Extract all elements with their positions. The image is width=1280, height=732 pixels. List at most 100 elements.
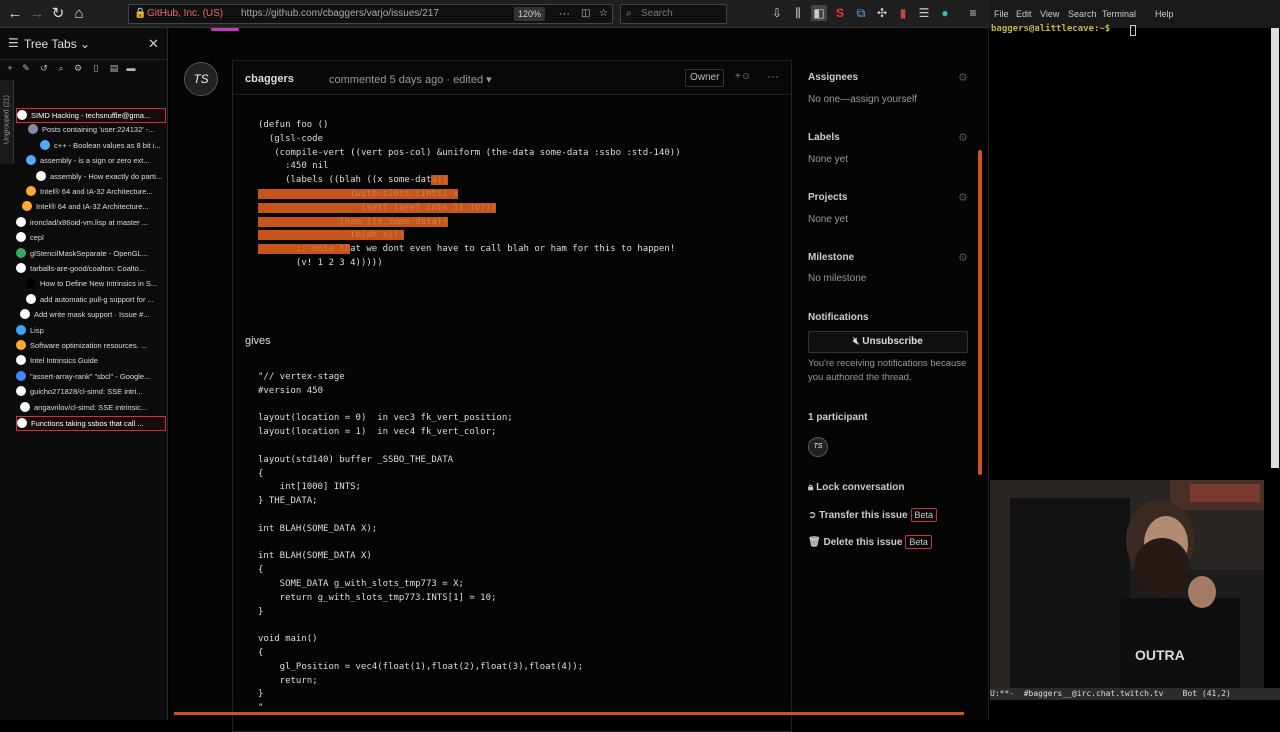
sidebar-tab-item[interactable]: SIMD Hacking - techsnuffle@gma... bbox=[16, 108, 166, 123]
panel-icon[interactable]: ▯ bbox=[89, 61, 103, 75]
tab-label: Intel® 64 and IA-32 Architecture... bbox=[40, 187, 153, 196]
comment-meta-text[interactable]: commented 5 days ago · edited bbox=[329, 74, 483, 86]
horizontal-scrollbar[interactable] bbox=[174, 712, 964, 715]
extension-list-icon[interactable]: ☰ bbox=[916, 5, 932, 21]
forward-icon[interactable]: → bbox=[26, 3, 48, 25]
sidebar-tab-item[interactable]: Functions taking ssbos that call ... bbox=[16, 416, 166, 431]
url-bar[interactable]: 🔒 GitHub, Inc. (US) https://github.com/c… bbox=[128, 4, 613, 24]
tab-label: angavrilov/cl-simd: SSE intrinsic... bbox=[34, 402, 147, 412]
participant-avatar[interactable]: TS bbox=[808, 437, 828, 457]
code-line: (with-slots (ints) x bbox=[258, 189, 459, 199]
sidebar-tab-item[interactable]: Add write mask support · Issue #... bbox=[20, 308, 166, 323]
extension-red-icon[interactable]: ▮ bbox=[895, 5, 911, 21]
pin-icon[interactable]: ✎ bbox=[19, 61, 33, 75]
pocket-icon[interactable]: ◫ bbox=[581, 5, 590, 23]
extension-grid-icon[interactable]: ✣ bbox=[874, 5, 890, 21]
gear-icon[interactable]: ⚙ bbox=[958, 131, 968, 144]
sidebar-tab-item[interactable]: "assert-array-rank" "sbcl" - Google... bbox=[16, 370, 166, 385]
code-line: ;; note that we dont even have to call b… bbox=[258, 244, 676, 255]
undo-icon[interactable]: ↺ bbox=[37, 61, 51, 75]
sidebar-tab-item[interactable]: Intel® 64 and IA-32 Architecture... bbox=[22, 200, 166, 215]
back-icon[interactable]: ← bbox=[4, 3, 26, 25]
sidebar-tab-item[interactable]: Intel Intrinsics Guide bbox=[16, 354, 166, 369]
page-actions-icon[interactable]: ··· bbox=[559, 5, 570, 23]
search-tabs-icon[interactable]: ⌕ bbox=[54, 61, 68, 75]
settings-icon[interactable]: ⚙ bbox=[71, 61, 85, 75]
sidebar-tab-item[interactable]: guicho271828/cl-simd: SSE intri... bbox=[16, 385, 166, 400]
new-tab-icon[interactable]: + bbox=[3, 61, 17, 75]
tab-label: Add write mask support · Issue #... bbox=[34, 310, 150, 320]
transfer-issue-link[interactable]: ➲ Transfer this issue Beta bbox=[808, 508, 938, 522]
tab-label: Posts containing 'user:224132' -... bbox=[42, 125, 155, 135]
milestone-title[interactable]: Milestone bbox=[808, 252, 854, 263]
caret-down-icon[interactable]: ▾ bbox=[486, 74, 492, 86]
close-icon[interactable]: ✕ bbox=[148, 36, 159, 52]
milestone-value: No milestone bbox=[808, 273, 867, 284]
reload-icon[interactable]: ↻ bbox=[47, 3, 69, 25]
sidebar-tab-item[interactable]: tarballs-are-good/coalton: Coalto... bbox=[16, 262, 166, 277]
extension-s-icon[interactable]: S bbox=[832, 5, 848, 21]
delete-issue-link[interactable]: 🗑︎ Delete this issue Beta bbox=[808, 535, 932, 549]
more-options-icon[interactable]: ··· bbox=[767, 69, 779, 83]
sidebar-tab-item[interactable]: assembly - How exactly do parti... bbox=[36, 170, 166, 185]
favicon-icon bbox=[36, 170, 46, 181]
comment-author[interactable]: cbaggers bbox=[245, 73, 294, 85]
gear-icon[interactable]: ⚙ bbox=[958, 251, 968, 264]
sidebar-tab-item[interactable]: How to Define New Intrinsics in S... bbox=[26, 277, 166, 292]
save-icon[interactable]: ▤ bbox=[107, 61, 121, 75]
search-input[interactable]: ⌕ Search bbox=[620, 4, 727, 24]
tab-label: Intel® 64 and IA-32 Architecture... bbox=[36, 202, 149, 212]
extension-translate-icon[interactable]: ⧉ bbox=[853, 5, 869, 21]
sidebar-tab-item[interactable]: cepl bbox=[16, 231, 166, 246]
terminal-menu-file[interactable]: File bbox=[994, 9, 1009, 19]
terminal-menu-terminal[interactable]: Terminal bbox=[1102, 9, 1136, 19]
menu-icon[interactable]: ≡ bbox=[965, 5, 981, 21]
favicon-icon bbox=[16, 355, 26, 366]
labels-title[interactable]: Labels bbox=[808, 132, 840, 143]
url-text[interactable]: https://github.com/cbaggers/varjo/issues… bbox=[241, 5, 439, 23]
sidebar-tab-item[interactable]: c++ - Boolean values as 8 bit i... bbox=[40, 139, 166, 154]
library-icon[interactable]: ⫼ bbox=[790, 5, 806, 21]
terminal-menu-help[interactable]: Help bbox=[1155, 9, 1174, 19]
assignees-title[interactable]: Assignees bbox=[808, 72, 858, 83]
sidebar-tab-item[interactable]: Intel® 64 and IA-32 Architecture... bbox=[26, 185, 166, 200]
lock-conversation-link[interactable]: 🔒︎ Lock conversation bbox=[808, 482, 904, 493]
folder-icon[interactable]: ▬ bbox=[124, 61, 138, 75]
sidebar-tab-item[interactable]: Lisp bbox=[16, 324, 166, 339]
sidebar-tab-item[interactable]: add automatic pull-g support for ... bbox=[26, 293, 166, 308]
unsubscribe-label: Unsubscribe bbox=[862, 336, 923, 347]
code-line: } bbox=[258, 689, 264, 700]
sidebar-tab-item[interactable]: angavrilov/cl-simd: SSE intrinsic... bbox=[20, 401, 166, 416]
gear-icon[interactable]: ⚙ bbox=[958, 191, 968, 204]
projects-title[interactable]: Projects bbox=[808, 192, 847, 203]
terminal-menu-view[interactable]: View bbox=[1040, 9, 1059, 19]
sidebar-tab-item[interactable]: assembly - is a sign or zero ext... bbox=[26, 154, 166, 169]
add-reaction-icon[interactable]: +☺ bbox=[735, 71, 751, 82]
sidebar-tab-item[interactable]: glStencilMaskSeparate - OpenGL... bbox=[16, 247, 166, 262]
terminal-menu-search[interactable]: Search bbox=[1068, 9, 1097, 19]
code-line: SOME_DATA g_with_slots_tmp773 = X; bbox=[258, 579, 464, 589]
zoom-level[interactable]: 120% bbox=[514, 7, 546, 21]
terminal-scrollbar[interactable] bbox=[1271, 28, 1279, 468]
home-icon[interactable]: ⌂ bbox=[68, 3, 90, 25]
terminal-prompt[interactable]: baggers@alittlecave:~$ bbox=[991, 24, 1110, 34]
code-line: { bbox=[258, 648, 264, 658]
content-scrollbar[interactable] bbox=[978, 150, 982, 475]
sidebar-tab-item[interactable]: Posts containing 'user:224132' -... bbox=[28, 123, 166, 138]
sidebar-title[interactable]: Tree Tabs ⌄ bbox=[24, 37, 90, 51]
assignees-value[interactable]: No one—assign yourself bbox=[808, 94, 917, 105]
download-icon[interactable]: ⇩ bbox=[769, 5, 785, 21]
bookmark-star-icon[interactable]: ☆ bbox=[599, 5, 608, 23]
code-line: layout(location = 0) in vec3 fk_vert_pos… bbox=[258, 413, 513, 424]
gear-icon[interactable]: ⚙ bbox=[958, 71, 968, 84]
terminal-menu-edit[interactable]: Edit bbox=[1016, 9, 1032, 19]
sidebar-tab-item[interactable]: ironclad/x86oid-vm.lisp at master ... bbox=[16, 216, 166, 231]
sidebar-toggle-icon[interactable]: ◧ bbox=[811, 5, 827, 21]
extension-circle-icon[interactable]: ● bbox=[937, 5, 953, 21]
sidebar-tab-item[interactable]: Software optimization resources. ... bbox=[16, 339, 166, 354]
avatar[interactable]: TS bbox=[184, 62, 218, 96]
comment-meta: commented 5 days ago · edited ▾ bbox=[329, 73, 492, 86]
group-ungrouped[interactable]: Ungrouped (21) bbox=[0, 80, 14, 164]
favicon-icon bbox=[16, 324, 26, 335]
unsubscribe-button[interactable]: 🔇︎ Unsubscribe bbox=[808, 331, 968, 353]
